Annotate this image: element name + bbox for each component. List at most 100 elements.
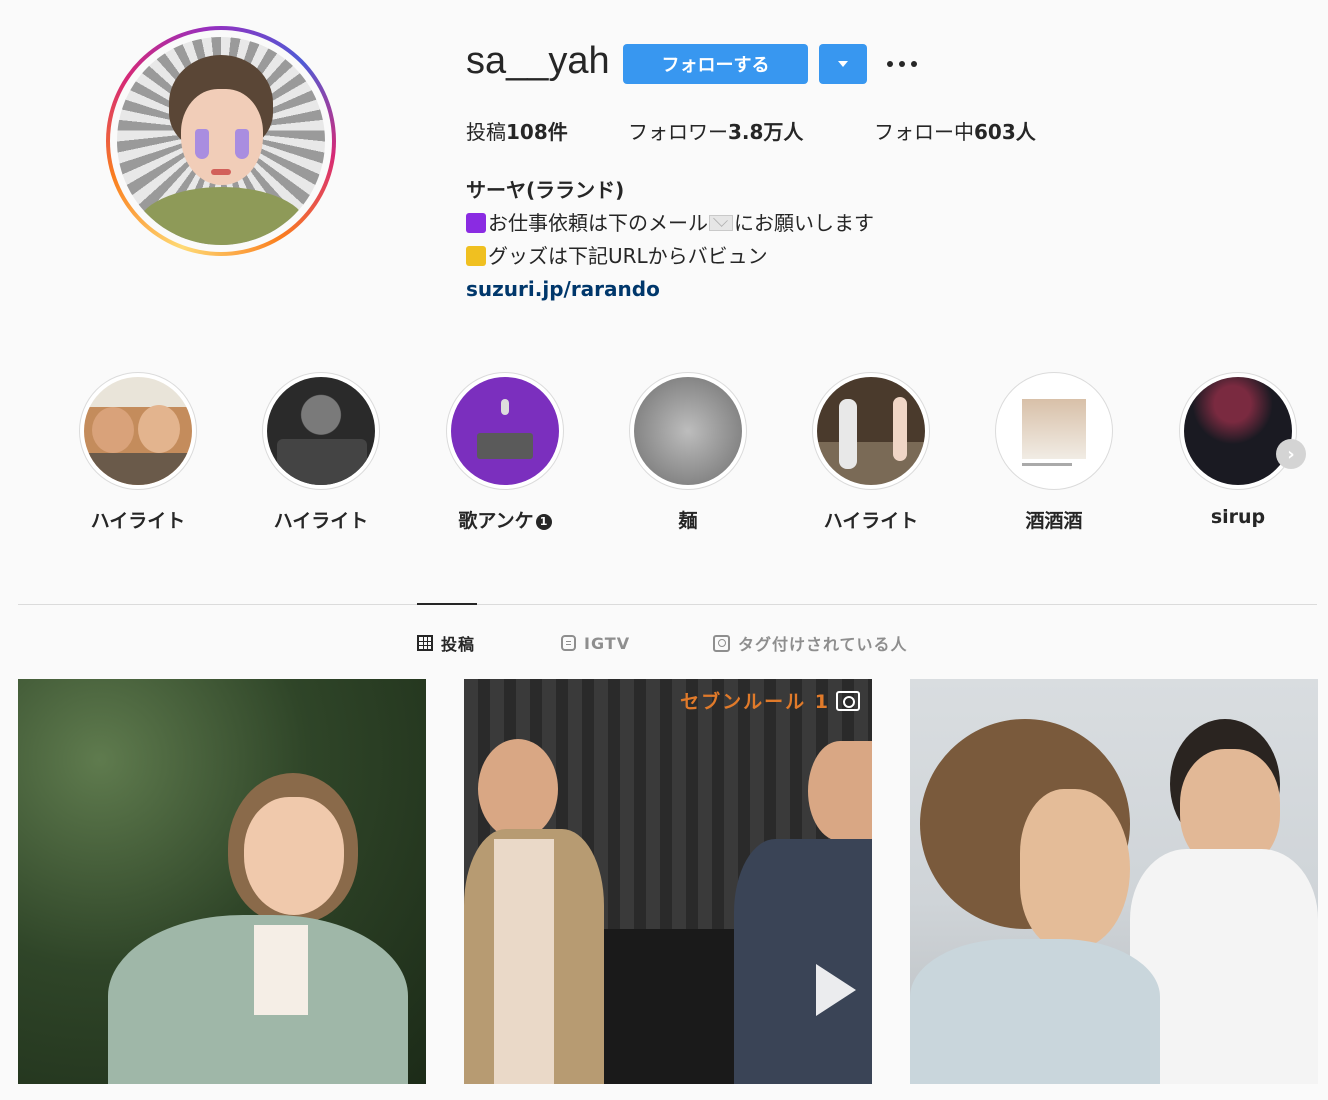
avatar-mouth — [211, 169, 231, 175]
bio-line-1: お仕事依頼は下のメール にお願いします — [466, 207, 874, 240]
highlight-item[interactable]: ハイライト — [229, 372, 413, 533]
posts-value: 108件 — [506, 120, 568, 144]
envelope-icon — [709, 215, 733, 231]
bio-link[interactable]: suzuri.jp/rarando — [466, 277, 660, 301]
bio-text: にお願いします — [734, 211, 874, 235]
photo-thumbnail — [1022, 399, 1086, 459]
post-thumbnail[interactable]: セブンルール 1 — [464, 679, 872, 1084]
chevron-right-icon[interactable]: › — [1276, 439, 1306, 469]
following-label: フォロー中 — [874, 120, 974, 144]
profile-stats: 投稿 108件 フォロワー 3.8万人 フォロー中 603人 — [466, 116, 1036, 145]
highlight-label: ハイライト — [273, 510, 369, 532]
highlight-cover — [84, 377, 192, 485]
dot-icon — [899, 61, 905, 67]
avatar-border — [110, 30, 332, 252]
post-thumbnail[interactable] — [18, 679, 426, 1084]
followers-link[interactable]: フォロワー 3.8万人 — [628, 116, 874, 145]
highlight-label: 麺 — [678, 510, 698, 532]
person-figure — [893, 397, 907, 461]
highlight-label: sirup — [1210, 506, 1266, 528]
highlight-item[interactable]: 麺 — [596, 372, 780, 533]
person-jacket — [734, 839, 872, 1084]
igtv-icon — [561, 635, 576, 651]
blouse-shape — [910, 939, 1160, 1084]
profile-avatar — [117, 37, 325, 245]
bio-text: グッズは下記URLからバビュン — [488, 244, 768, 268]
more-options-button[interactable] — [885, 50, 919, 78]
face-shape — [1020, 789, 1130, 949]
question-sticker — [477, 433, 533, 459]
person-face — [808, 741, 872, 841]
active-tab-indicator — [417, 603, 477, 605]
person-face — [478, 739, 558, 839]
highlight-label: 酒酒酒 — [1025, 510, 1083, 532]
following-link[interactable]: フォロー中 603人 — [874, 116, 1036, 145]
dot-icon — [887, 61, 893, 67]
highlight-cover-ring[interactable] — [79, 372, 197, 490]
highlight-item[interactable]: ハイライト — [46, 372, 230, 533]
profile-bio: サーヤ(ラランド) お仕事依頼は下のメール にお願いします グッズは下記URLから… — [466, 174, 874, 306]
text-line — [1022, 463, 1072, 466]
highlight-cover — [634, 377, 742, 485]
highlight-cover-ring[interactable] — [629, 372, 747, 490]
tear-sticker-left — [195, 129, 209, 159]
tear-sticker-right — [235, 129, 249, 159]
tab-igtv-label: IGTV — [584, 633, 631, 653]
suggested-accounts-button[interactable] — [819, 44, 867, 84]
video-camera-icon — [836, 691, 860, 711]
tab-tagged-label: タグ付けされている人 — [738, 635, 908, 654]
username: sa__yah — [466, 40, 610, 82]
highlight-label: 歌アンケ 1 — [413, 506, 597, 533]
highlight-cover-ring[interactable] — [995, 372, 1113, 490]
video-title-overlay: セブンルール 1 — [680, 691, 830, 713]
highlight-label-text: 歌アンケ — [458, 510, 534, 532]
tab-igtv[interactable]: IGTV — [561, 630, 630, 656]
highlight-cover-ring[interactable] — [446, 372, 564, 490]
person-figure — [839, 399, 857, 469]
purple-square-icon — [466, 213, 486, 233]
highlight-label: ハイライト — [823, 510, 919, 532]
followers-label: フォロワー — [628, 120, 728, 144]
person-face — [92, 407, 134, 453]
table-shape — [277, 439, 367, 485]
tab-tagged[interactable]: タグ付けされている人 — [713, 630, 908, 656]
posts-label: 投稿 — [466, 120, 506, 144]
posts-count: 投稿 108件 — [466, 116, 628, 145]
count-badge: 1 — [535, 514, 552, 530]
tagged-user-icon — [713, 634, 730, 652]
person-face — [138, 405, 180, 453]
avatar-sweater — [137, 187, 307, 245]
highlight-item[interactable]: ハイライト — [779, 372, 963, 533]
bio-line-2: グッズは下記URLからバビュン — [466, 240, 874, 273]
section-divider — [18, 604, 1317, 605]
profile-avatar-ring[interactable] — [106, 26, 336, 256]
highlight-cover — [817, 377, 925, 485]
highlight-cover — [1000, 377, 1108, 485]
highlight-item[interactable]: 歌アンケ 1 — [413, 372, 597, 533]
highlight-item[interactable]: 酒酒酒 — [962, 372, 1146, 533]
person-body — [84, 453, 192, 485]
tab-posts-label: 投稿 — [441, 635, 476, 654]
highlight-cover-ring[interactable] — [812, 372, 930, 490]
highlight-cover — [451, 377, 559, 485]
face-shape — [244, 797, 344, 915]
highlight-cover — [267, 377, 375, 485]
grid-icon — [417, 635, 433, 651]
play-icon — [816, 964, 856, 1016]
post-thumbnail[interactable] — [910, 679, 1318, 1084]
following-value: 603人 — [974, 120, 1036, 144]
follow-button[interactable]: フォローする — [623, 44, 808, 84]
highlight-label: ハイライト — [90, 510, 186, 532]
bio-text: お仕事依頼は下のメール — [488, 211, 708, 235]
highlight-cover-ring[interactable] — [262, 372, 380, 490]
highlight-cover — [1184, 377, 1292, 485]
followers-value: 3.8万人 — [728, 120, 804, 144]
chevron-down-icon — [838, 61, 848, 67]
yellow-square-icon — [466, 246, 486, 266]
shirt-shape — [254, 925, 308, 1015]
person-shirt — [494, 839, 554, 1084]
dot-icon — [911, 61, 917, 67]
microphone-icon — [501, 399, 509, 415]
tab-posts[interactable]: 投稿 — [417, 630, 475, 656]
highlight-cover-ring[interactable] — [1179, 372, 1297, 490]
